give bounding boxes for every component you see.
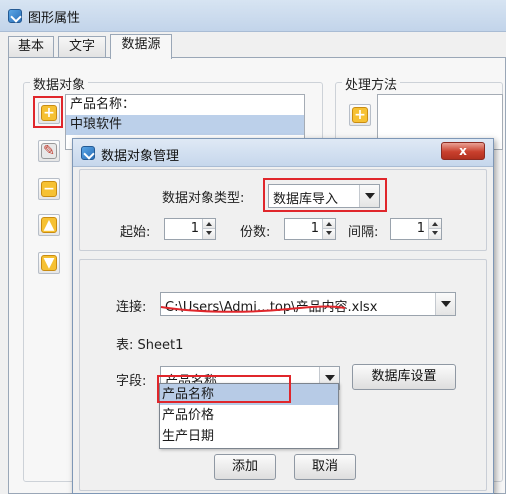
- tab-basic[interactable]: 基本: [8, 36, 54, 58]
- move-up-button[interactable]: ▲: [38, 214, 60, 236]
- dropdown-option[interactable]: 产品价格: [160, 405, 338, 426]
- dialog-title-bar: 数据对象管理 x: [73, 139, 493, 167]
- start-label: 起始:: [120, 225, 151, 240]
- spin-down-icon[interactable]: [429, 229, 441, 239]
- add-button[interactable]: 添加: [214, 454, 276, 480]
- highlight-field-option: [157, 375, 291, 403]
- app-icon: [8, 9, 22, 23]
- connection-label: 连接:: [116, 300, 147, 315]
- spin-down-icon[interactable]: [323, 229, 335, 239]
- count-value: 1: [310, 221, 319, 236]
- count-label: 份数:: [240, 225, 271, 240]
- type-label: 数据对象类型:: [162, 191, 245, 206]
- db-settings-button[interactable]: 数据库设置: [352, 364, 456, 390]
- plus-icon: +: [352, 107, 368, 123]
- data-objects-group-label: 数据对象: [30, 74, 89, 93]
- window-title-bar: 图形属性: [0, 0, 506, 32]
- highlight-type-select: [263, 178, 387, 212]
- move-down-button[interactable]: ▼: [38, 252, 60, 274]
- spin-down-icon[interactable]: [203, 229, 215, 239]
- minus-icon: −: [41, 181, 57, 197]
- data-object-manager-dialog: 数据对象管理 x 数据对象类型: 数据库导入 起始: 1 份数: 1 间隔: 1…: [72, 138, 494, 494]
- window-title: 图形属性: [28, 11, 81, 26]
- remove-data-object-button[interactable]: −: [38, 178, 60, 200]
- spin-up-icon[interactable]: [323, 219, 335, 229]
- interval-spinner[interactable]: 1: [390, 218, 442, 240]
- tab-data-source[interactable]: 数据源: [110, 34, 172, 59]
- tab-text[interactable]: 文字: [58, 36, 106, 58]
- connection-underline: [160, 305, 346, 313]
- dropdown-option[interactable]: 生产日期: [160, 426, 338, 447]
- edit-data-object-button[interactable]: ✎: [38, 140, 60, 162]
- start-spinner[interactable]: 1: [164, 218, 216, 240]
- edit-icon: ✎: [41, 143, 57, 159]
- start-value: 1: [190, 221, 199, 236]
- highlight-add-button: [33, 96, 63, 128]
- chevron-down-icon[interactable]: [435, 293, 455, 315]
- arrow-down-icon: ▼: [41, 255, 57, 271]
- spin-up-icon[interactable]: [429, 219, 441, 229]
- interval-label: 间隔:: [348, 225, 379, 240]
- close-button[interactable]: x: [441, 142, 485, 160]
- arrow-up-icon: ▲: [41, 217, 57, 233]
- interval-value: 1: [416, 221, 425, 236]
- dialog-app-icon: [81, 146, 95, 160]
- close-icon: x: [459, 144, 467, 158]
- add-processing-button[interactable]: +: [349, 104, 371, 126]
- count-spinner[interactable]: 1: [284, 218, 336, 240]
- list-item[interactable]: 中琅软件: [66, 115, 304, 135]
- dialog-title: 数据对象管理: [101, 149, 180, 164]
- list-item[interactable]: 产品名称：: [66, 95, 304, 115]
- table-label: 表: Sheet1: [116, 338, 184, 353]
- processing-group-label: 处理方法: [342, 74, 401, 93]
- field-label: 字段:: [116, 374, 147, 389]
- spin-up-icon[interactable]: [203, 219, 215, 229]
- cancel-button[interactable]: 取消: [294, 454, 356, 480]
